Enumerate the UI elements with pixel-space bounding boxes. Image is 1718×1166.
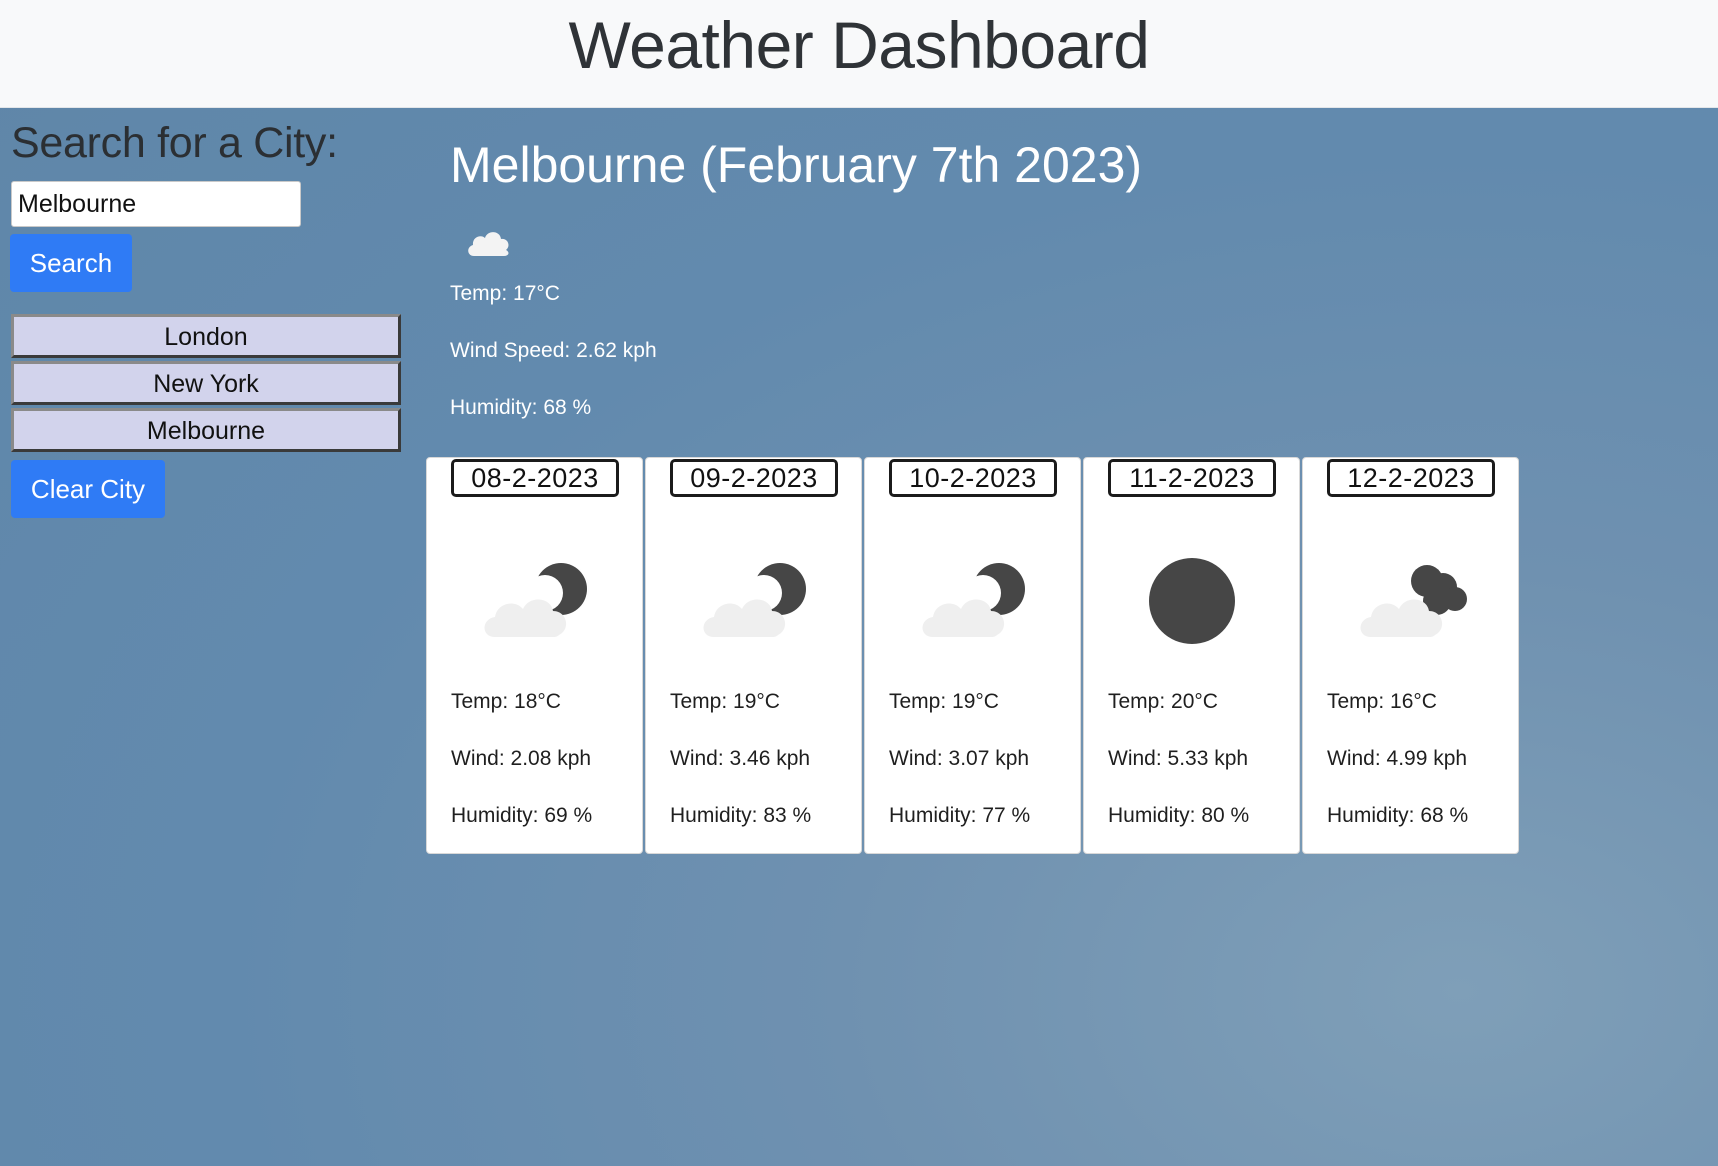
- forecast-date: 12-2-2023: [1327, 459, 1495, 497]
- current-wind: Wind Speed: 2.62 kph: [450, 339, 657, 362]
- forecast-temp: Temp: 20°C: [1108, 690, 1218, 713]
- cloudy-night-icon: [1351, 553, 1471, 648]
- forecast-card: 10-2-2023 Temp: 19°C Wind: 3.07 kph Humi…: [864, 457, 1081, 854]
- forecast-card: 09-2-2023 Temp: 19°C Wind: 3.46 kph Humi…: [645, 457, 862, 854]
- cloud-icon: [464, 222, 518, 262]
- partly-cloudy-night-icon: [475, 553, 595, 648]
- current-temp: Temp: 17°C: [450, 282, 560, 305]
- forecast-card: 11-2-2023 Temp: 20°C Wind: 5.33 kph Humi…: [1083, 457, 1300, 854]
- history-item-london[interactable]: London: [11, 314, 401, 358]
- forecast-wind: Wind: 4.99 kph: [1327, 747, 1468, 770]
- page-header: Weather Dashboard: [0, 0, 1718, 108]
- forecast-humidity: Humidity: 83 %: [670, 804, 812, 827]
- forecast-card: 12-2-2023 Temp: 16°C Wind: 4.99 kph Humi…: [1302, 457, 1519, 854]
- forecast-date: 09-2-2023: [670, 459, 838, 497]
- forecast-temp: Temp: 16°C: [1327, 690, 1437, 713]
- clear-city-button[interactable]: Clear City: [11, 460, 165, 518]
- history-item-melbourne[interactable]: Melbourne: [11, 408, 401, 452]
- search-history-list: London New York Melbourne: [11, 314, 401, 452]
- forecast-date: 08-2-2023: [451, 459, 619, 497]
- city-search-input[interactable]: [11, 181, 301, 227]
- forecast-wind: Wind: 3.46 kph: [670, 747, 811, 770]
- forecast-wind: Wind: 2.08 kph: [451, 747, 592, 770]
- five-day-forecast: 08-2-2023 Temp: 18°C Wind: 2.08 kph Humi…: [426, 457, 1521, 854]
- forecast-humidity: Humidity: 77 %: [889, 804, 1031, 827]
- partly-cloudy-night-icon: [694, 553, 814, 648]
- forecast-card: 08-2-2023 Temp: 18°C Wind: 2.08 kph Humi…: [426, 457, 643, 854]
- forecast-humidity: Humidity: 69 %: [451, 804, 593, 827]
- search-button[interactable]: Search: [10, 234, 132, 292]
- forecast-temp: Temp: 18°C: [451, 690, 561, 713]
- forecast-humidity: Humidity: 68 %: [1327, 804, 1469, 827]
- forecast-temp: Temp: 19°C: [889, 690, 999, 713]
- forecast-wind: Wind: 5.33 kph: [1108, 747, 1249, 770]
- partly-cloudy-night-icon: [913, 553, 1033, 648]
- history-item-new-york[interactable]: New York: [11, 361, 401, 405]
- forecast-date: 11-2-2023: [1108, 459, 1276, 497]
- forecast-date: 10-2-2023: [889, 459, 1057, 497]
- forecast-wind: Wind: 3.07 kph: [889, 747, 1030, 770]
- page-title: Weather Dashboard: [568, 8, 1150, 82]
- search-heading: Search for a City:: [11, 119, 338, 167]
- clear-night-icon: [1132, 553, 1252, 648]
- forecast-humidity: Humidity: 80 %: [1108, 804, 1250, 827]
- current-city-title: Melbourne (February 7th 2023): [450, 137, 1143, 193]
- forecast-temp: Temp: 19°C: [670, 690, 780, 713]
- sidebar: Search for a City: Search London New Yor…: [10, 114, 403, 518]
- current-weather: Melbourne (February 7th 2023) Temp: 17°C…: [450, 130, 1142, 436]
- current-humidity: Humidity: 68 %: [450, 396, 592, 419]
